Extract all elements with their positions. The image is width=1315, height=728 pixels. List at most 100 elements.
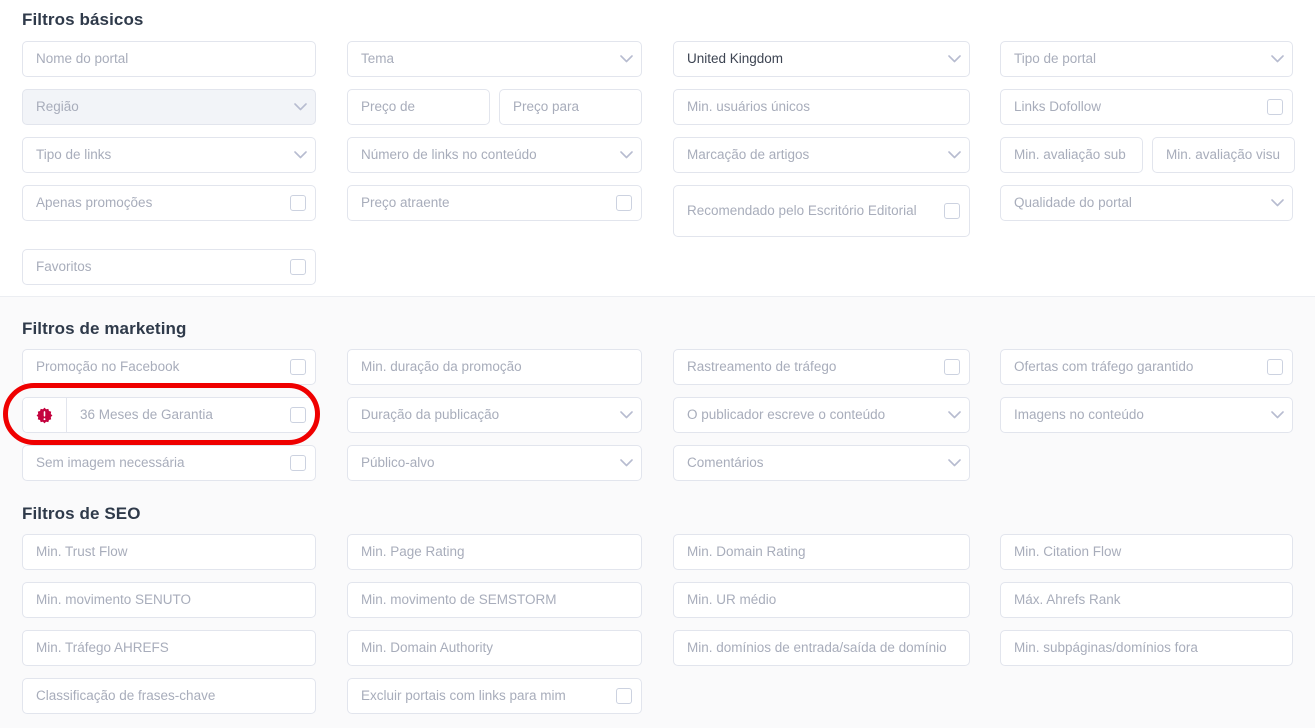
keyword-ranking-input[interactable]: Classificação de frases-chave: [22, 678, 316, 714]
portal-name-input[interactable]: Nome do portal: [22, 41, 316, 77]
max-ahrefs-rank-input[interactable]: Máx. Ahrefs Rank: [1000, 582, 1293, 618]
publication-duration-select[interactable]: Duração da publicação: [347, 397, 642, 433]
min-ur-input[interactable]: Min. UR médio: [673, 582, 970, 618]
min-promo-duration-input[interactable]: Min. duração da promoção: [347, 349, 642, 385]
portal-type-placeholder: Tipo de portal: [1014, 50, 1097, 66]
portal-quality-placeholder: Qualidade do portal: [1014, 194, 1132, 210]
links-in-content-placeholder: Número de links no conteúdo: [361, 146, 537, 162]
min-trust-flow-input[interactable]: Min. Trust Flow: [22, 534, 316, 570]
basic-filters-section: Filtros básicos Nome do portal Tema Unit…: [0, 0, 1315, 296]
chevron-down-icon[interactable]: [939, 446, 969, 480]
region-placeholder: Região: [36, 98, 79, 114]
target-audience-placeholder: Público-alvo: [361, 454, 435, 470]
min-page-rating-input[interactable]: Min. Page Rating: [347, 534, 642, 570]
facebook-promo-label: Promoção no Facebook: [36, 358, 180, 374]
min-domain-authority-placeholder: Min. Domain Authority: [361, 639, 494, 655]
article-marking-select[interactable]: Marcação de artigos: [673, 137, 970, 173]
min-domain-rating-placeholder: Min. Domain Rating: [687, 543, 806, 559]
min-semstorm-input[interactable]: Min. movimento de SEMSTORM: [347, 582, 642, 618]
chevron-down-icon[interactable]: [939, 138, 969, 172]
exclude-portals-linking-label: Excluir portais com links para mim: [361, 687, 566, 703]
price-to-input[interactable]: Preço para: [499, 89, 642, 125]
link-type-placeholder: Tipo de links: [36, 146, 112, 162]
attractive-price-checkbox-field[interactable]: Preço atraente: [347, 185, 642, 221]
dofollow-links-checkbox[interactable]: [1258, 90, 1292, 124]
dofollow-links-checkbox-field[interactable]: Links Dofollow: [1000, 89, 1293, 125]
exclude-portals-linking-checkbox-field[interactable]: Excluir portais com links para mim: [347, 678, 642, 714]
min-subpages-domains-input[interactable]: Min. subpáginas/domínios fora: [1000, 630, 1293, 666]
chevron-down-icon[interactable]: [285, 90, 315, 124]
portal-type-select[interactable]: Tipo de portal: [1000, 41, 1293, 77]
publication-duration-placeholder: Duração da publicação: [361, 406, 500, 422]
editorial-recommended-checkbox-field[interactable]: Recomendado pelo Escritório Editorial: [673, 185, 970, 237]
theme-placeholder: Tema: [361, 50, 395, 66]
warranty-36-months-checkbox[interactable]: [281, 398, 315, 432]
min-domain-rating-input[interactable]: Min. Domain Rating: [673, 534, 970, 570]
chevron-down-icon[interactable]: [939, 398, 969, 432]
price-from-input[interactable]: Preço de: [347, 89, 490, 125]
favorites-checkbox-field[interactable]: Favoritos: [22, 249, 316, 285]
chevron-down-icon[interactable]: [1262, 186, 1292, 220]
chevron-down-icon[interactable]: [611, 398, 641, 432]
dofollow-links-label: Links Dofollow: [1014, 98, 1102, 114]
keyword-ranking-placeholder: Classificação de frases-chave: [36, 687, 216, 703]
min-ahrefs-traffic-input[interactable]: Min. Tráfego AHREFS: [22, 630, 316, 666]
promotions-only-label: Apenas promoções: [36, 194, 153, 210]
min-promo-duration-placeholder: Min. duração da promoção: [361, 358, 522, 374]
editorial-recommended-checkbox[interactable]: [935, 186, 969, 236]
favorites-checkbox[interactable]: [281, 250, 315, 284]
chevron-down-icon[interactable]: [1262, 42, 1292, 76]
chevron-down-icon[interactable]: [285, 138, 315, 172]
images-in-content-select[interactable]: Imagens no conteúdo: [1000, 397, 1293, 433]
warranty-36-months-checkbox-field[interactable]: 36 Meses de Garantia: [22, 397, 316, 433]
min-page-rating-placeholder: Min. Page Rating: [361, 543, 465, 559]
seo-filters-heading: Filtros de SEO: [22, 504, 141, 523]
country-value: United Kingdom: [687, 50, 784, 66]
chevron-down-icon[interactable]: [1262, 398, 1292, 432]
publisher-writes-content-select[interactable]: O publicador escreve o conteúdo: [673, 397, 970, 433]
no-image-needed-checkbox[interactable]: [281, 446, 315, 480]
min-rating-sub-input[interactable]: Min. avaliação sub: [1000, 137, 1143, 173]
guaranteed-traffic-offers-checkbox[interactable]: [1258, 350, 1292, 384]
theme-select[interactable]: Tema: [347, 41, 642, 77]
guaranteed-traffic-offers-checkbox-field[interactable]: Ofertas com tráfego garantido: [1000, 349, 1293, 385]
promotions-only-checkbox[interactable]: [281, 186, 315, 220]
article-marking-placeholder: Marcação de artigos: [687, 146, 810, 162]
min-in-out-domains-input[interactable]: Min. domínios de entrada/saída de domíni…: [673, 630, 970, 666]
min-rating-vis-input[interactable]: Min. avaliação visu: [1152, 137, 1295, 173]
facebook-promo-checkbox-field[interactable]: Promoção no Facebook: [22, 349, 316, 385]
marketing-filters-heading: Filtros de marketing: [22, 319, 187, 338]
facebook-promo-checkbox[interactable]: [281, 350, 315, 384]
exclude-portals-linking-checkbox[interactable]: [607, 679, 641, 713]
portal-name-placeholder: Nome do portal: [36, 50, 129, 66]
min-unique-users-input[interactable]: Min. usuários únicos: [673, 89, 970, 125]
chevron-down-icon[interactable]: [939, 42, 969, 76]
min-senuto-input[interactable]: Min. movimento SENUTO: [22, 582, 316, 618]
target-audience-select[interactable]: Público-alvo: [347, 445, 642, 481]
min-ur-placeholder: Min. UR médio: [687, 591, 777, 607]
min-semstorm-placeholder: Min. movimento de SEMSTORM: [361, 591, 557, 607]
warranty-36-months-label: 36 Meses de Garantia: [80, 406, 213, 422]
link-type-select[interactable]: Tipo de links: [22, 137, 316, 173]
min-unique-users-placeholder: Min. usuários únicos: [687, 98, 811, 114]
min-domain-authority-input[interactable]: Min. Domain Authority: [347, 630, 642, 666]
basic-filters-heading: Filtros básicos: [22, 10, 144, 29]
attractive-price-checkbox[interactable]: [607, 186, 641, 220]
price-to-placeholder: Preço para: [513, 98, 580, 114]
no-image-needed-label: Sem imagem necessária: [36, 454, 185, 470]
promotions-only-checkbox-field[interactable]: Apenas promoções: [22, 185, 316, 221]
no-image-needed-checkbox-field[interactable]: Sem imagem necessária: [22, 445, 316, 481]
region-select[interactable]: Região: [22, 89, 316, 125]
portal-quality-select[interactable]: Qualidade do portal: [1000, 185, 1293, 221]
min-citation-flow-input[interactable]: Min. Citation Flow: [1000, 534, 1293, 570]
chevron-down-icon[interactable]: [611, 446, 641, 480]
traffic-tracking-checkbox-field[interactable]: Rastreamento de tráfego: [673, 349, 970, 385]
min-in-out-domains-placeholder: Min. domínios de entrada/saída de domíni…: [687, 639, 947, 655]
traffic-tracking-checkbox[interactable]: [935, 350, 969, 384]
chevron-down-icon[interactable]: [611, 42, 641, 76]
comments-select[interactable]: Comentários: [673, 445, 970, 481]
country-select[interactable]: United Kingdom: [673, 41, 970, 77]
links-in-content-select[interactable]: Número de links no conteúdo: [347, 137, 642, 173]
chevron-down-icon[interactable]: [611, 138, 641, 172]
guaranteed-traffic-offers-label: Ofertas com tráfego garantido: [1014, 358, 1194, 374]
